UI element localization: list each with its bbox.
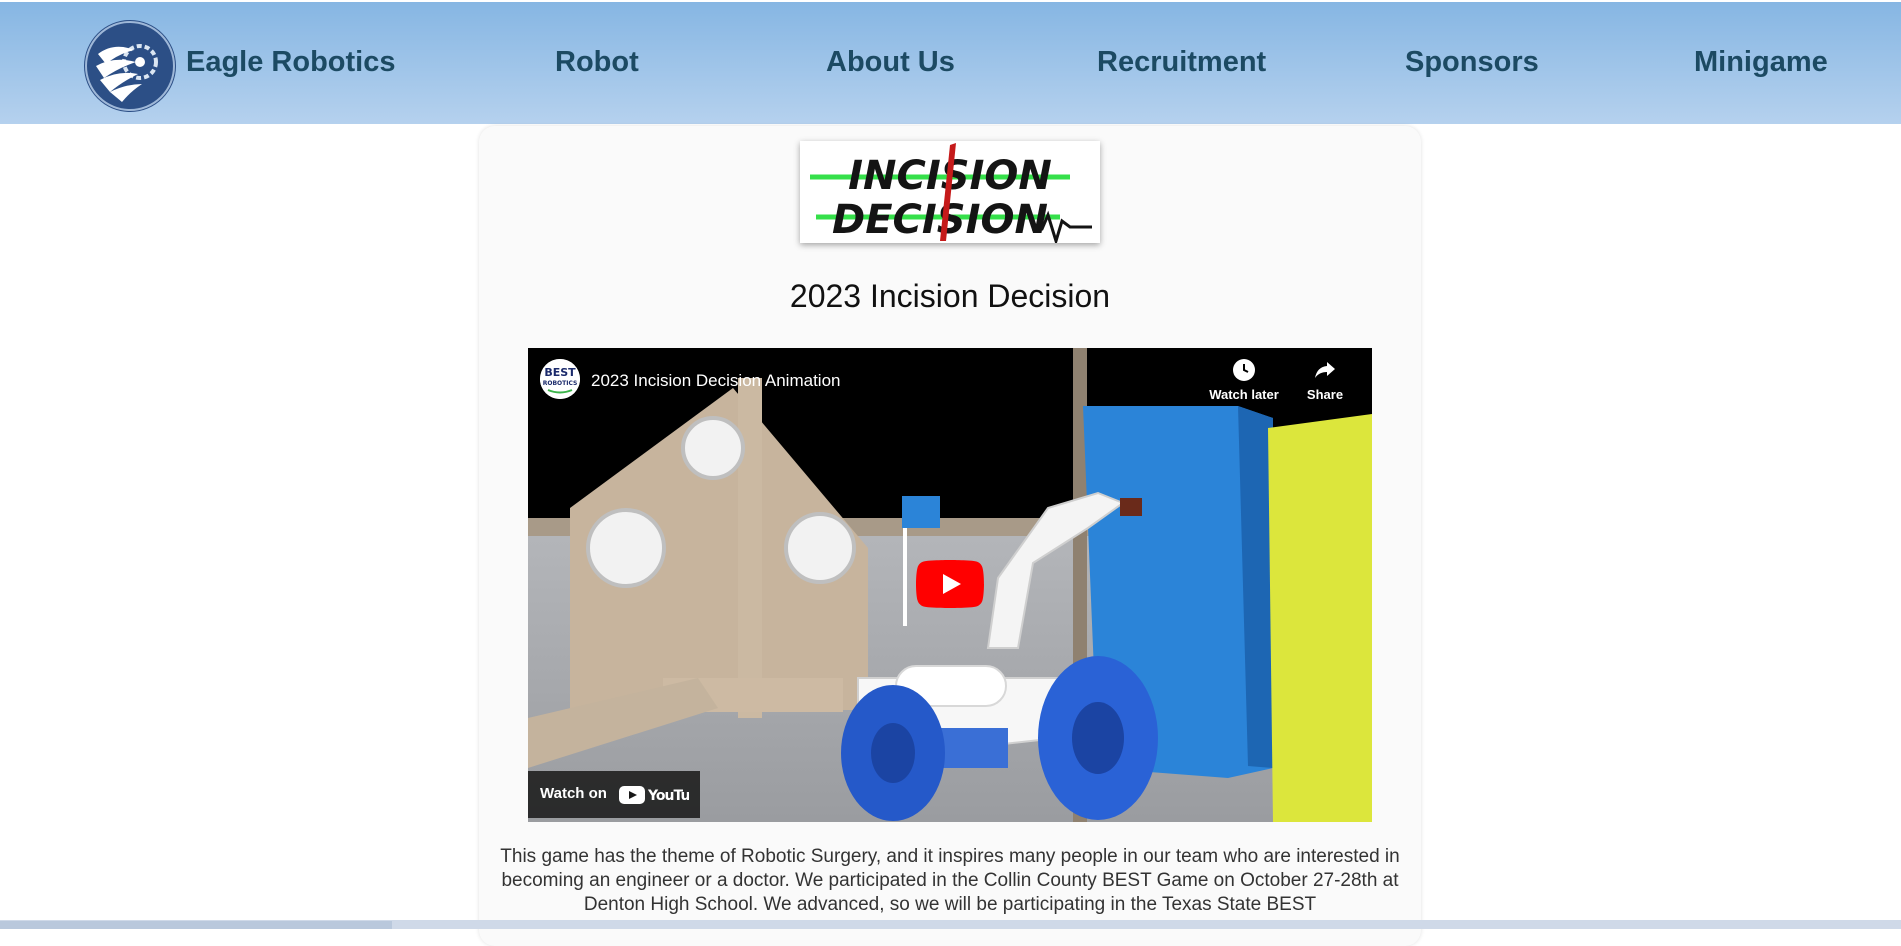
page-title: 2023 Incision Decision [789, 278, 1111, 314]
nav-link-recruitment[interactable]: Recruitment [1097, 46, 1266, 79]
youtube-logo-icon: YouTube [619, 785, 708, 810]
svg-text:BEST: BEST [544, 366, 576, 379]
svg-text:ROBOTICS: ROBOTICS [543, 380, 578, 387]
game-description: This game has the theme of Robotic Surge… [500, 846, 1400, 915]
nav-link-minigame[interactable]: Minigame [1694, 46, 1828, 79]
youtube-video-embed[interactable]: BEST ROBOTICS 2023 Incision Decision Ani… [528, 348, 1372, 822]
play-icon [916, 560, 984, 608]
share-arrow-icon [1315, 362, 1335, 378]
horizontal-scrollbar-thumb[interactable] [0, 921, 392, 929]
incision-decision-logo: INCISION DECISION [800, 141, 1100, 247]
nav-link-sponsors[interactable]: Sponsors [1405, 46, 1539, 79]
watch-on-youtube-button[interactable]: Watch on YouTube [528, 771, 708, 818]
logo-text-line2: DECISION [832, 197, 1048, 243]
top-navbar: Eagle Robotics Robot About Us Recruitmen… [0, 2, 1901, 124]
best-robotics-avatar-icon[interactable]: BEST ROBOTICS [540, 359, 580, 399]
youtube-wordmark: YouTube [647, 788, 689, 804]
clock-icon [1233, 359, 1255, 381]
share-label: Share [1306, 387, 1344, 402]
brand-link[interactable]: Eagle Robotics [186, 46, 396, 79]
nav-link-about-us[interactable]: About Us [826, 46, 955, 79]
share-button[interactable]: Share [1280, 358, 1370, 402]
watch-later-label: Watch later [1209, 387, 1279, 402]
eagle-logo-icon[interactable] [84, 20, 176, 112]
video-title-link[interactable]: 2023 Incision Decision Animation [591, 371, 840, 391]
watch-later-button[interactable]: Watch later [1199, 358, 1289, 402]
nav-link-robot[interactable]: Robot [555, 46, 639, 79]
watch-on-label: Watch on [540, 785, 607, 802]
play-button[interactable] [916, 560, 984, 608]
